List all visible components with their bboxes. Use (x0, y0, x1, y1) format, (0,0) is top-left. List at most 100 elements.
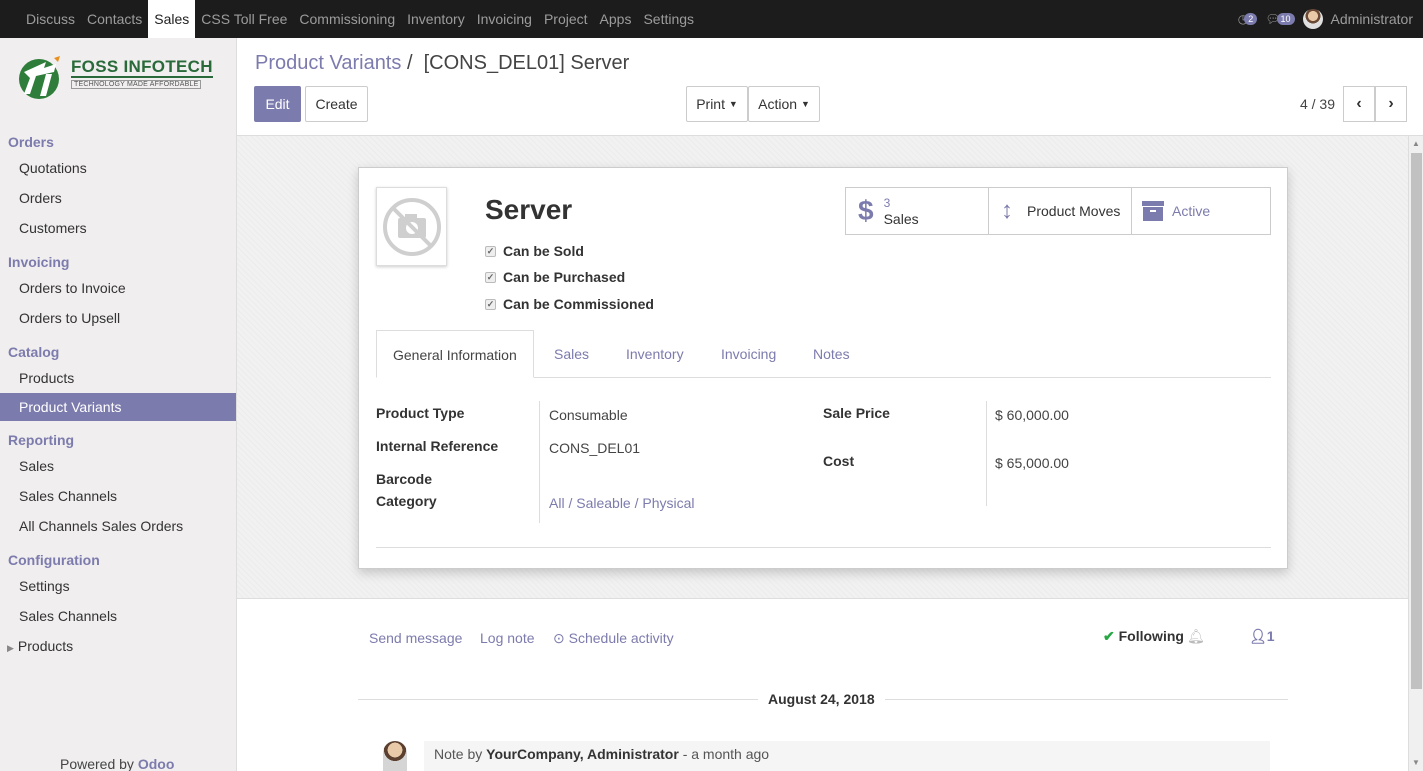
sidebar-item-customers[interactable]: Customers (0, 213, 236, 243)
send-message-button[interactable]: Send message (369, 630, 462, 646)
menu-css-toll-free[interactable]: CSS Toll Free (195, 0, 293, 38)
sidebar-item-orders[interactable]: Orders (0, 183, 236, 213)
cost-label: Cost (823, 453, 855, 469)
sidebar-item-settings[interactable]: Settings (0, 571, 236, 601)
sidebar-section-configuration[interactable]: Configuration (0, 549, 236, 571)
category-label: Category (376, 493, 437, 509)
tab-invoicing[interactable]: Invoicing (721, 330, 776, 378)
create-button[interactable]: Create (305, 86, 368, 122)
log-note-button[interactable]: Log note (480, 630, 535, 646)
scroll-down-icon[interactable]: ▼ (1412, 758, 1420, 767)
action-dropdown[interactable]: Action ▼ (748, 86, 820, 122)
menu-sales[interactable]: Sales (148, 0, 196, 38)
sidebar-section-orders[interactable]: Orders (0, 131, 236, 153)
menu-commissioning[interactable]: Commissioning (293, 0, 401, 38)
bell-icon[interactable]: 🔔︎ (1187, 628, 1205, 645)
active-toggle-button[interactable]: Active (1132, 188, 1270, 234)
product-type-value: Consumable (549, 407, 628, 423)
odoo-link[interactable]: Odoo (138, 756, 175, 771)
can-be-purchased-checkbox[interactable]: ✓ Can be Purchased (485, 269, 625, 285)
sidebar-item-config-products[interactable]: ▶ Products (0, 631, 236, 661)
user-menu[interactable]: Administrator (1331, 11, 1413, 27)
pager-value[interactable]: 4 / 39 (1300, 96, 1335, 112)
sidebar-item-products[interactable]: Products (0, 363, 236, 393)
tab-sales[interactable]: Sales (554, 330, 589, 378)
sheet-bottom-separator (376, 547, 1271, 548)
sidebar-item-label: Products (17, 638, 74, 654)
message-author[interactable]: YourCompany, Administrator (486, 746, 679, 762)
messages-button[interactable]: 💬︎ 10 (1265, 12, 1295, 26)
schedule-activity-button[interactable]: ⊙ Schedule activity (553, 630, 674, 647)
vertical-scrollbar[interactable]: ▲ ▼ (1408, 136, 1423, 771)
can-be-sold-checkbox[interactable]: ✓ Can be Sold (485, 243, 584, 259)
activity-button[interactable]: ◷ 2 (1238, 12, 1258, 26)
tab-general-information[interactable]: General Information (376, 330, 534, 378)
sidebar-section-catalog[interactable]: Catalog (0, 341, 236, 363)
user-icon: 👤︎ (1249, 628, 1267, 644)
menu-settings[interactable]: Settings (637, 0, 700, 38)
breadcrumb-product-variants[interactable]: Product Variants (255, 52, 401, 74)
edit-button[interactable]: Edit (254, 86, 301, 122)
check-icon: ✔ (1103, 628, 1115, 644)
sale-price-value: $ 60,000.00 (995, 407, 1069, 423)
logo-tagline: TECHNOLOGY MADE AFFORDABLE (71, 80, 202, 89)
smart-buttons: $ 3 Sales ↕ Product Moves Active (845, 187, 1271, 235)
sidebar-item-product-variants[interactable]: Product Variants (0, 393, 236, 421)
caret-down-icon: ▼ (728, 99, 738, 109)
sidebar-section-invoicing[interactable]: Invoicing (0, 251, 236, 273)
chevron-right-icon: › (1388, 95, 1394, 112)
sidebar-item-orders-to-upsell[interactable]: Orders to Upsell (0, 303, 236, 333)
sidebar-section-reporting[interactable]: Reporting (0, 429, 236, 451)
product-image[interactable] (376, 187, 447, 266)
message-header: Note by YourCompany, Administrator - a m… (434, 746, 770, 762)
caret-down-icon: ▼ (800, 99, 810, 109)
caret-right-icon: ▶ (7, 643, 14, 653)
sidebar-item-all-channels-sales-orders[interactable]: All Channels Sales Orders (0, 511, 236, 541)
followers-button[interactable]: 👤︎1 (1249, 628, 1275, 645)
scroll-up-icon[interactable]: ▲ (1412, 139, 1420, 148)
field-separator (539, 401, 540, 523)
logo-mark-icon (19, 56, 60, 99)
form-sheet: Server ✓ Can be Sold ✓ Can be Purchased ✓ C… (358, 167, 1288, 569)
print-dropdown[interactable]: Print ▼ (686, 86, 748, 122)
dollar-icon: $ (858, 195, 874, 226)
can-be-commissioned-checkbox[interactable]: ✓ Can be Commissioned (485, 296, 654, 312)
pager: 4 / 39 ‹ › (1300, 86, 1407, 122)
following-button[interactable]: ✔ Following (1103, 628, 1184, 645)
sales-smart-button[interactable]: $ 3 Sales (846, 188, 989, 234)
sidebar-item-orders-to-invoice[interactable]: Orders to Invoice (0, 273, 236, 303)
user-avatar[interactable] (1302, 9, 1323, 29)
message-author-avatar[interactable] (383, 741, 407, 771)
menu-invoicing[interactable]: Invoicing (471, 0, 538, 38)
sidebar-item-reporting-sales[interactable]: Sales (0, 451, 236, 481)
sidebar-item-quotations[interactable]: Quotations (0, 153, 236, 183)
chevron-left-icon: ‹ (1356, 95, 1362, 112)
pager-previous-button[interactable]: ‹ (1343, 86, 1375, 122)
menu-discuss[interactable]: Discuss (20, 0, 81, 38)
company-logo[interactable]: FOSS INFOTECH TECHNOLOGY MADE AFFORDABLE (16, 54, 216, 104)
logo-name: FOSS INFOTECH (71, 57, 213, 78)
no-camera-icon (382, 197, 441, 256)
scrollbar-thumb[interactable] (1411, 153, 1422, 689)
product-type-label: Product Type (376, 405, 465, 421)
sidebar-menu: Orders Quotations Orders Customers Invoi… (0, 131, 236, 661)
form-view: Server ✓ Can be Sold ✓ Can be Purchased ✓ C… (237, 136, 1423, 771)
product-moves-smart-button[interactable]: ↕ Product Moves (989, 188, 1132, 234)
sidebar-item-config-sales-channels[interactable]: Sales Channels (0, 601, 236, 631)
tab-inventory[interactable]: Inventory (626, 330, 684, 378)
field-separator (986, 401, 987, 506)
pager-next-button[interactable]: › (1375, 86, 1407, 122)
sale-price-label: Sale Price (823, 405, 890, 421)
menu-contacts[interactable]: Contacts (81, 0, 148, 38)
clock-icon: ⊙ (553, 630, 565, 646)
menu-project[interactable]: Project (538, 0, 594, 38)
check-icon: ✓ (485, 271, 496, 283)
menu-inventory[interactable]: Inventory (401, 0, 471, 38)
arrows-vertical-icon: ↕ (1001, 197, 1013, 224)
tab-notes[interactable]: Notes (813, 330, 850, 378)
menu-apps[interactable]: Apps (594, 0, 638, 38)
top-navbar: Discuss Contacts Sales CSS Toll Free Com… (0, 0, 1423, 38)
date-label: August 24, 2018 (758, 691, 885, 707)
sidebar-item-reporting-sales-channels[interactable]: Sales Channels (0, 481, 236, 511)
category-link[interactable]: All / Saleable / Physical (549, 495, 695, 511)
